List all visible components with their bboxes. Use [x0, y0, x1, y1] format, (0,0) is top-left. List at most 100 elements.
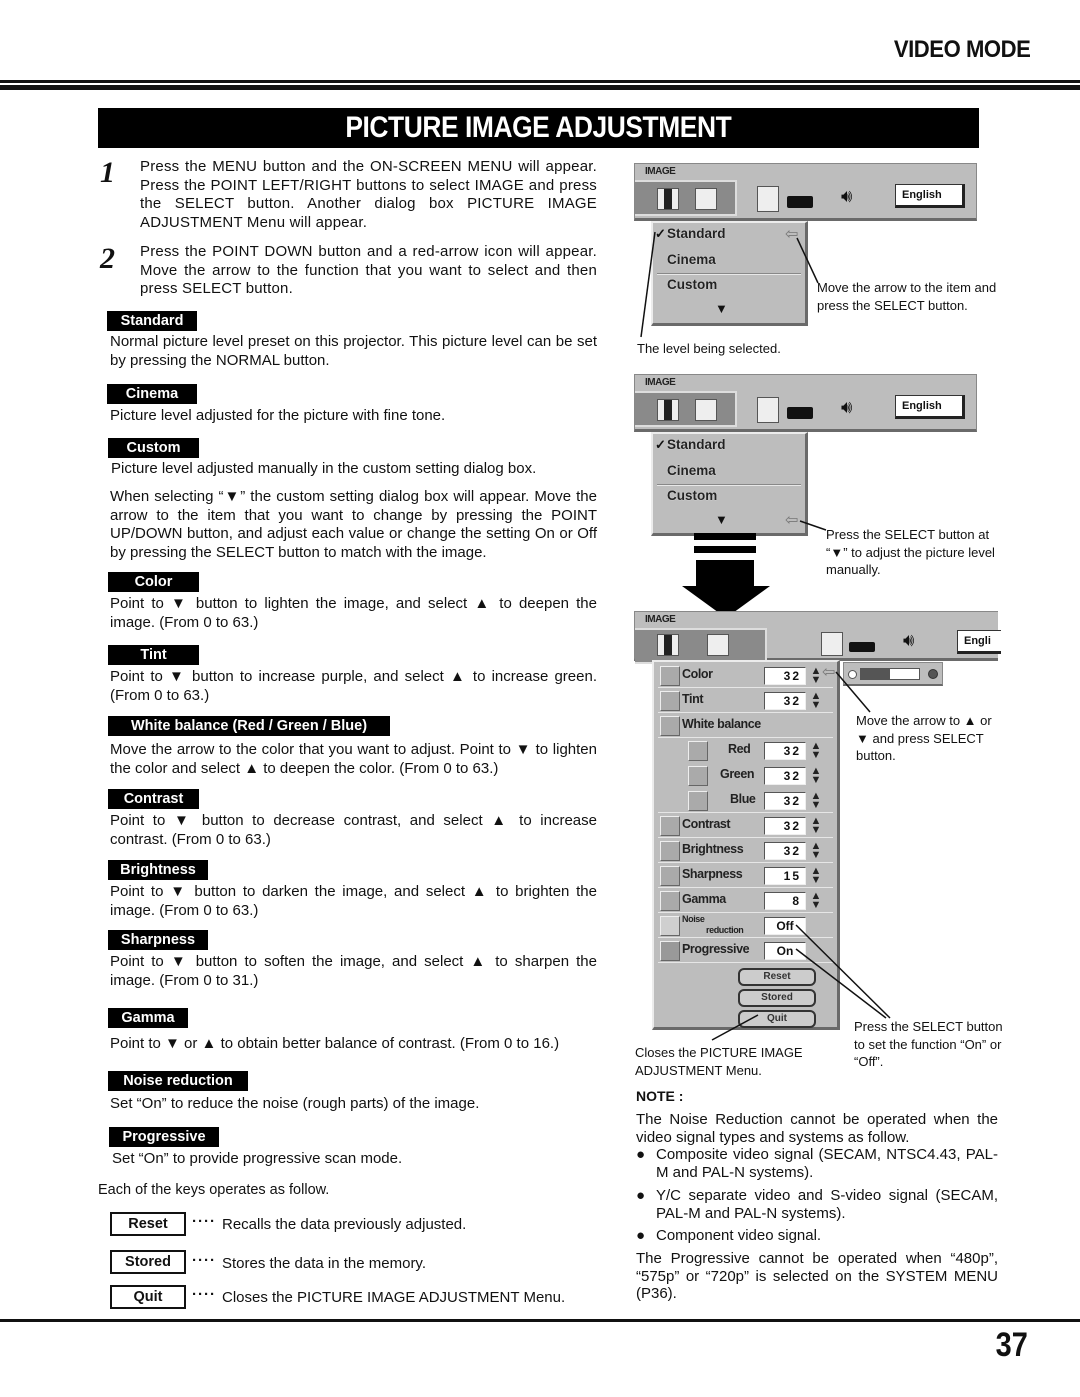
pointer-arrow-icon: ⇦ — [785, 226, 799, 243]
step-number: 1 — [100, 156, 115, 189]
row-value: 8 — [764, 892, 806, 910]
section-label-brightness: Brightness — [108, 860, 208, 880]
page-number: 37 — [995, 1326, 1028, 1364]
transition-bar — [694, 546, 756, 553]
header-rule — [0, 80, 1080, 83]
screen-tab-icon — [695, 399, 717, 421]
divider — [657, 273, 801, 275]
osd-menu-bar: IMAGE 🔊︎ English — [634, 374, 977, 432]
spin-arrows-icon[interactable]: ▲ ▼ — [810, 766, 822, 786]
check-icon: ✓ — [655, 437, 666, 452]
brightness-icon — [660, 841, 680, 861]
row-value: Off — [764, 917, 806, 935]
row-blue[interactable]: Blue 32 ▲ ▼ — [658, 789, 833, 813]
row-white-balance[interactable]: White balance — [658, 714, 833, 738]
key-reset: Reset — [110, 1212, 186, 1236]
custom-settings-panel: Color 32 ▲ ▼ Tint 32 ▲ ▼ White balance Red… — [652, 660, 840, 1030]
pointer-arrow-icon: ⇦ — [785, 512, 799, 529]
reset-button[interactable]: Reset — [738, 968, 816, 986]
section-label-gamma: Gamma — [108, 1008, 188, 1028]
row-value: On — [764, 942, 806, 960]
key-quit-desc: Closes the PICTURE IMAGE ADJUSTMENT Menu… — [222, 1289, 566, 1306]
section-text-cinema: Picture level adjusted for the picture w… — [110, 407, 446, 424]
row-tint[interactable]: Tint 32 ▲ ▼ — [658, 689, 833, 713]
spin-arrows-icon[interactable]: ▲ ▼ — [810, 666, 822, 686]
projector-screen-icon — [821, 632, 843, 656]
level-cinema[interactable]: Cinema — [667, 252, 716, 267]
spin-arrows-icon[interactable]: ▲ ▼ — [810, 866, 822, 886]
big-down-arrow-icon — [696, 560, 754, 586]
level-standard[interactable]: Standard — [667, 226, 726, 241]
red-icon — [688, 741, 708, 761]
picture-level-dropdown: ✓ Standard Cinema Custom ▼ ⇦ — [651, 432, 808, 536]
green-icon — [688, 766, 708, 786]
level-custom[interactable]: Custom — [667, 277, 717, 292]
bullet-text: Composite video signal (SECAM, NTSC4.43,… — [656, 1146, 998, 1181]
row-color[interactable]: Color 32 ▲ ▼ — [658, 664, 833, 688]
keys-intro: Each of the keys operates as follow. — [98, 1182, 330, 1198]
spin-arrows-icon[interactable]: ▲ ▼ — [810, 841, 822, 861]
spin-arrows-icon[interactable]: ▲ ▼ — [810, 791, 822, 811]
row-sharpness[interactable]: Sharpness 15 ▲ ▼ — [658, 864, 833, 888]
projector-screen-icon — [757, 186, 779, 212]
row-noise-reduction[interactable]: Noise reduction Off — [658, 914, 833, 938]
row-green[interactable]: Green 32 ▲ ▼ — [658, 764, 833, 788]
row-brightness[interactable]: Brightness 32 ▲ ▼ — [658, 839, 833, 863]
header-rule-thick — [0, 85, 1080, 90]
bullet-icon: ● — [636, 1187, 646, 1204]
row-label: Green — [720, 767, 755, 781]
level-standard[interactable]: Standard — [667, 437, 726, 452]
image-tab-icon — [657, 399, 679, 421]
deep-end-icon — [928, 669, 938, 679]
down-arrow-icon[interactable]: ▼ — [715, 301, 728, 316]
row-label: Progressive — [682, 942, 750, 956]
row-gamma[interactable]: Gamma 8 ▲ ▼ — [658, 889, 833, 913]
row-value: 32 — [764, 842, 806, 860]
callout-move-arrow-item: Move the arrow to the item and press the… — [817, 280, 997, 313]
section-text-gamma: Point to ▼ or ▲ to obtain better balance… — [110, 1035, 560, 1052]
row-value: 32 — [764, 742, 806, 760]
level-cinema[interactable]: Cinema — [667, 463, 716, 478]
sound-icon: 🔊︎ — [841, 186, 853, 206]
screen-tab-icon — [707, 634, 729, 656]
section-header: VIDEO MODE — [893, 36, 1031, 63]
color-slider-track[interactable] — [860, 668, 920, 680]
row-red[interactable]: Red 32 ▲ ▼ — [658, 739, 833, 763]
section-label-custom: Custom — [108, 438, 199, 458]
language-field: Engli — [957, 630, 1001, 654]
quit-button[interactable]: Quit — [738, 1010, 816, 1028]
spin-arrows-icon[interactable]: ▲ ▼ — [810, 891, 822, 911]
osd-menu-title: IMAGE — [645, 377, 676, 388]
stored-button[interactable]: Stored — [738, 989, 816, 1007]
note-title: NOTE : — [636, 1088, 684, 1104]
section-text-tint: Point to ▼ button to increase purple, an… — [110, 668, 597, 704]
level-custom[interactable]: Custom — [667, 488, 717, 503]
projector-icon — [849, 642, 875, 652]
section-label-sharpness: Sharpness — [108, 930, 208, 950]
row-value: 32 — [764, 667, 806, 685]
row-label: Brightness — [682, 842, 744, 856]
contrast-icon — [660, 816, 680, 836]
step-text: Press the POINT DOWN button and a red-ar… — [140, 243, 597, 297]
row-contrast[interactable]: Contrast 32 ▲ ▼ — [658, 814, 833, 838]
row-label: Tint — [682, 692, 704, 706]
row-value: 32 — [764, 692, 806, 710]
language-field: English — [895, 395, 965, 419]
section-label-standard: Standard — [107, 311, 197, 331]
color-slider-panel — [843, 662, 943, 686]
pointer-arrow-icon: ⇦ — [822, 664, 836, 681]
note-bullet: ● Y/C separate video and S-video signal (… — [636, 1187, 998, 1222]
screen-tab-icon — [695, 188, 717, 210]
section-text-progressive: Set “On” to provide progressive scan mod… — [112, 1150, 403, 1167]
row-progressive[interactable]: Progressive On — [658, 939, 833, 963]
down-arrow-icon[interactable]: ▼ — [715, 512, 728, 527]
section-text-custom-detail: When selecting “▼” the custom setting di… — [110, 488, 597, 561]
spin-arrows-icon[interactable]: ▲ ▼ — [810, 691, 822, 711]
key-stored: Stored — [110, 1250, 186, 1274]
spin-arrows-icon[interactable]: ▲ ▼ — [810, 741, 822, 761]
spin-arrows-icon[interactable]: ▲ ▼ — [810, 816, 822, 836]
leader-dots: ···· — [192, 1252, 216, 1269]
blue-icon — [688, 791, 708, 811]
note-bullet: ● Component video signal. — [636, 1227, 998, 1245]
callout-level-selected: The level being selected. — [637, 341, 781, 356]
